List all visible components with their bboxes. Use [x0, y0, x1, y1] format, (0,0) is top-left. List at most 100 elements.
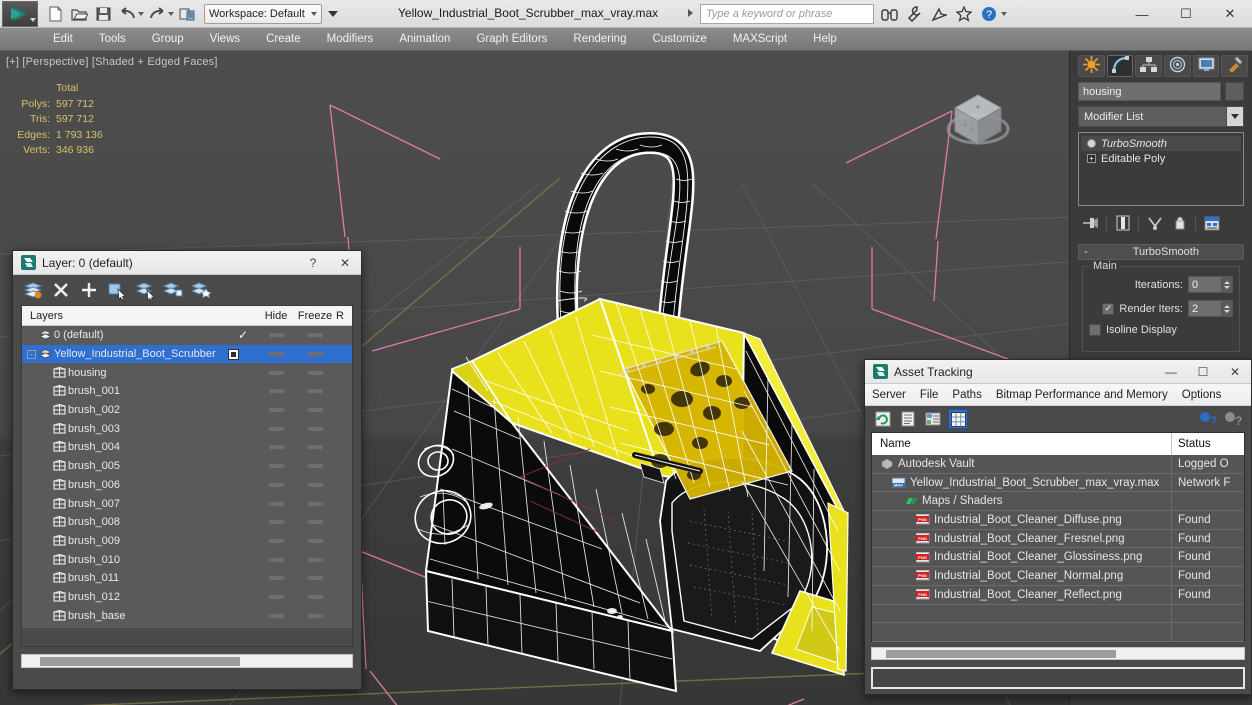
- asset-horizontal-scrollbar[interactable]: [871, 647, 1245, 660]
- layer-freeze-toggle[interactable]: [294, 333, 336, 337]
- layer-col-render[interactable]: R: [336, 310, 352, 322]
- menu-item-rendering[interactable]: Rendering: [560, 28, 639, 51]
- layer-hide-toggle[interactable]: [258, 614, 294, 618]
- maximize-button[interactable]: ☐: [1164, 0, 1208, 28]
- layer-hide-toggle[interactable]: [258, 333, 294, 337]
- layer-expander-icon[interactable]: -: [26, 350, 37, 359]
- configure-modifier-sets-icon[interactable]: [1199, 213, 1224, 234]
- layer-row[interactable]: brush_009: [22, 532, 352, 551]
- asset-list[interactable]: Name Status Autodesk VaultLogged OMAXYel…: [871, 432, 1245, 642]
- asset-menu-file[interactable]: File: [913, 384, 946, 406]
- modifier-stack[interactable]: TurboSmooth+Editable Poly: [1078, 132, 1244, 206]
- object-color-swatch[interactable]: [1225, 82, 1244, 101]
- make-unique-icon[interactable]: [1142, 213, 1167, 234]
- render-iters-spinner-arrows[interactable]: [1222, 300, 1233, 317]
- layer-row[interactable]: brush_008: [22, 513, 352, 532]
- layer-scrollbar-thumb[interactable]: [40, 657, 240, 666]
- asset-row[interactable]: PNGIndustrial_Boot_Cleaner_Fresnel.pngFo…: [872, 530, 1244, 549]
- layer-freeze-toggle[interactable]: [294, 389, 336, 393]
- layer-row[interactable]: housing: [22, 363, 352, 382]
- layer-list[interactable]: Layers Hide Freeze R 0 (default)✓-Yellow…: [21, 305, 353, 647]
- layer-hide-toggle[interactable]: [258, 427, 294, 431]
- viewport-label[interactable]: [+] [Perspective] [Shaded + Edged Faces]: [6, 56, 218, 68]
- layer-row[interactable]: brush_007: [22, 494, 352, 513]
- asset-row[interactable]: [872, 605, 1244, 624]
- menu-item-animation[interactable]: Animation: [386, 28, 463, 51]
- menu-item-maxscript[interactable]: MAXScript: [720, 28, 800, 51]
- minimize-button[interactable]: —: [1120, 0, 1164, 28]
- compass-icon[interactable]: [928, 3, 950, 25]
- asset-name-cell[interactable]: PNGIndustrial_Boot_Cleaner_Normal.png: [872, 567, 1172, 585]
- layer-hide-toggle[interactable]: [258, 576, 294, 580]
- asset-name-cell[interactable]: MAXYellow_Industrial_Boot_Scrubber_max_v…: [872, 474, 1172, 492]
- new-layer-icon[interactable]: [21, 278, 45, 302]
- asset-menu-bitmap-performance-and-memory[interactable]: Bitmap Performance and Memory: [989, 384, 1175, 406]
- undo-icon[interactable]: [116, 3, 138, 25]
- layer-freeze-toggle[interactable]: [294, 483, 336, 487]
- layer-hide-toggle[interactable]: [258, 558, 294, 562]
- layer-hide-toggle[interactable]: [258, 502, 294, 506]
- asset-tracking-minimize-button[interactable]: —: [1155, 360, 1187, 384]
- new-file-icon[interactable]: [44, 3, 66, 25]
- menu-item-create[interactable]: Create: [253, 28, 314, 51]
- menu-item-views[interactable]: Views: [197, 28, 253, 51]
- layer-freeze-toggle[interactable]: [294, 427, 336, 431]
- layer-hide-toggle[interactable]: [258, 371, 294, 375]
- motion-tab[interactable]: [1164, 55, 1191, 77]
- layer-freeze-toggle[interactable]: [294, 445, 336, 449]
- asset-name-cell[interactable]: Maps / Shaders: [872, 492, 1172, 510]
- layer-freeze-toggle[interactable]: [294, 502, 336, 506]
- redo-dropdown-icon[interactable]: [168, 12, 174, 16]
- layer-freeze-toggle[interactable]: [294, 408, 336, 412]
- menu-item-tools[interactable]: Tools: [86, 28, 139, 51]
- layer-freeze-toggle[interactable]: [294, 464, 336, 468]
- redo-icon[interactable]: [146, 3, 168, 25]
- save-file-icon[interactable]: [92, 3, 114, 25]
- layer-row[interactable]: -Yellow_Industrial_Boot_Scrubber: [22, 345, 352, 364]
- layer-row[interactable]: 0 (default)✓: [22, 326, 352, 345]
- asset-name-cell[interactable]: PNGIndustrial_Boot_Cleaner_Glossiness.pn…: [872, 548, 1172, 566]
- iterations-spinner-arrows[interactable]: [1222, 276, 1233, 293]
- layer-hide-toggle[interactable]: [258, 389, 294, 393]
- iterations-input[interactable]: [1188, 276, 1222, 293]
- show-end-result-icon[interactable]: [1110, 213, 1135, 234]
- layer-horizontal-scrollbar[interactable]: [21, 654, 353, 668]
- add-selection-to-layer-icon[interactable]: [161, 278, 185, 302]
- layer-freeze-toggle[interactable]: [294, 352, 336, 356]
- asset-name-cell[interactable]: [872, 605, 1172, 623]
- layer-row[interactable]: brush_base: [22, 606, 352, 625]
- asset-rows[interactable]: Autodesk VaultLogged OMAXYellow_Industri…: [872, 455, 1244, 642]
- undo-dropdown-icon[interactable]: [138, 12, 144, 16]
- layer-freeze-toggle[interactable]: [294, 614, 336, 618]
- asset-row[interactable]: PNGIndustrial_Boot_Cleaner_Glossiness.pn…: [872, 548, 1244, 567]
- list-view-icon[interactable]: [898, 409, 918, 429]
- asset-row[interactable]: PNGIndustrial_Boot_Cleaner_Reflect.pngFo…: [872, 586, 1244, 605]
- refresh-icon[interactable]: [873, 409, 893, 429]
- layer-row[interactable]: brush_011: [22, 569, 352, 588]
- viewcube[interactable]: [939, 81, 1017, 159]
- layer-row[interactable]: brush_003: [22, 419, 352, 438]
- asset-row[interactable]: Autodesk VaultLogged O: [872, 455, 1244, 474]
- asset-tracking-titlebar[interactable]: Asset Tracking — ☐ ✕: [865, 360, 1251, 384]
- layer-hide-toggle[interactable]: [258, 408, 294, 412]
- asset-row[interactable]: [872, 623, 1244, 642]
- add-layer-icon[interactable]: [77, 278, 101, 302]
- create-tab[interactable]: [1078, 55, 1105, 77]
- open-file-icon[interactable]: [68, 3, 90, 25]
- layer-dialog-titlebar[interactable]: Layer: 0 (default) ? ✕: [13, 251, 361, 275]
- layer-current-marker[interactable]: [228, 349, 258, 360]
- layer-hide-toggle[interactable]: [258, 464, 294, 468]
- layer-freeze-toggle[interactable]: [294, 520, 336, 524]
- expand-plus-icon[interactable]: +: [1087, 154, 1096, 163]
- modifier-stack-item[interactable]: +Editable Poly: [1081, 151, 1241, 166]
- layer-freeze-toggle[interactable]: [294, 595, 336, 599]
- rollout-collapse-icon[interactable]: -: [1084, 246, 1088, 258]
- asset-name-cell[interactable]: [872, 623, 1172, 641]
- object-name-field[interactable]: housing: [1078, 82, 1221, 101]
- modifier-list-dropdown[interactable]: Modifier List: [1078, 106, 1244, 127]
- layer-current-marker[interactable]: ✓: [228, 328, 258, 342]
- asset-tracking-close-button[interactable]: ✕: [1219, 360, 1251, 384]
- layer-hide-toggle[interactable]: [258, 352, 294, 356]
- layer-col-freeze[interactable]: Freeze: [294, 310, 336, 322]
- layer-dialog-help-button[interactable]: ?: [297, 251, 329, 275]
